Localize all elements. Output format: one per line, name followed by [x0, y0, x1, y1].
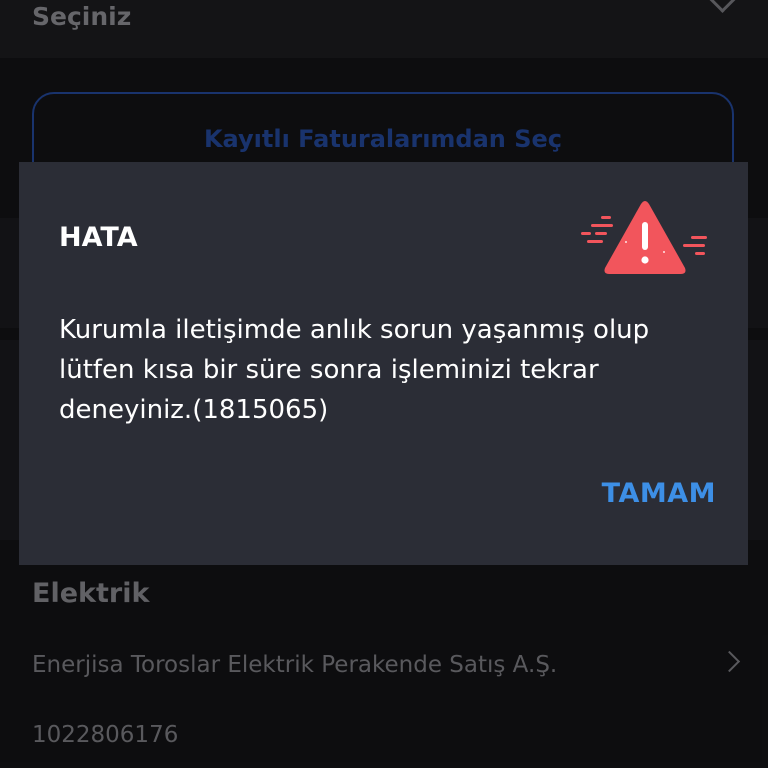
error-dialog: HATA Kurumla iletişimde anlık sorun yaşa… — [19, 162, 748, 565]
dialog-message: Kurumla iletişimde anlık sorun yaşanmış … — [59, 315, 650, 425]
warning-triangle-icon — [581, 201, 707, 274]
ok-button[interactable]: TAMAM — [602, 478, 716, 509]
dialog-title: HATA — [59, 222, 138, 253]
screen: Seçiniz Kayıtlı Faturalarımdan Seç Elekt… — [0, 0, 768, 768]
